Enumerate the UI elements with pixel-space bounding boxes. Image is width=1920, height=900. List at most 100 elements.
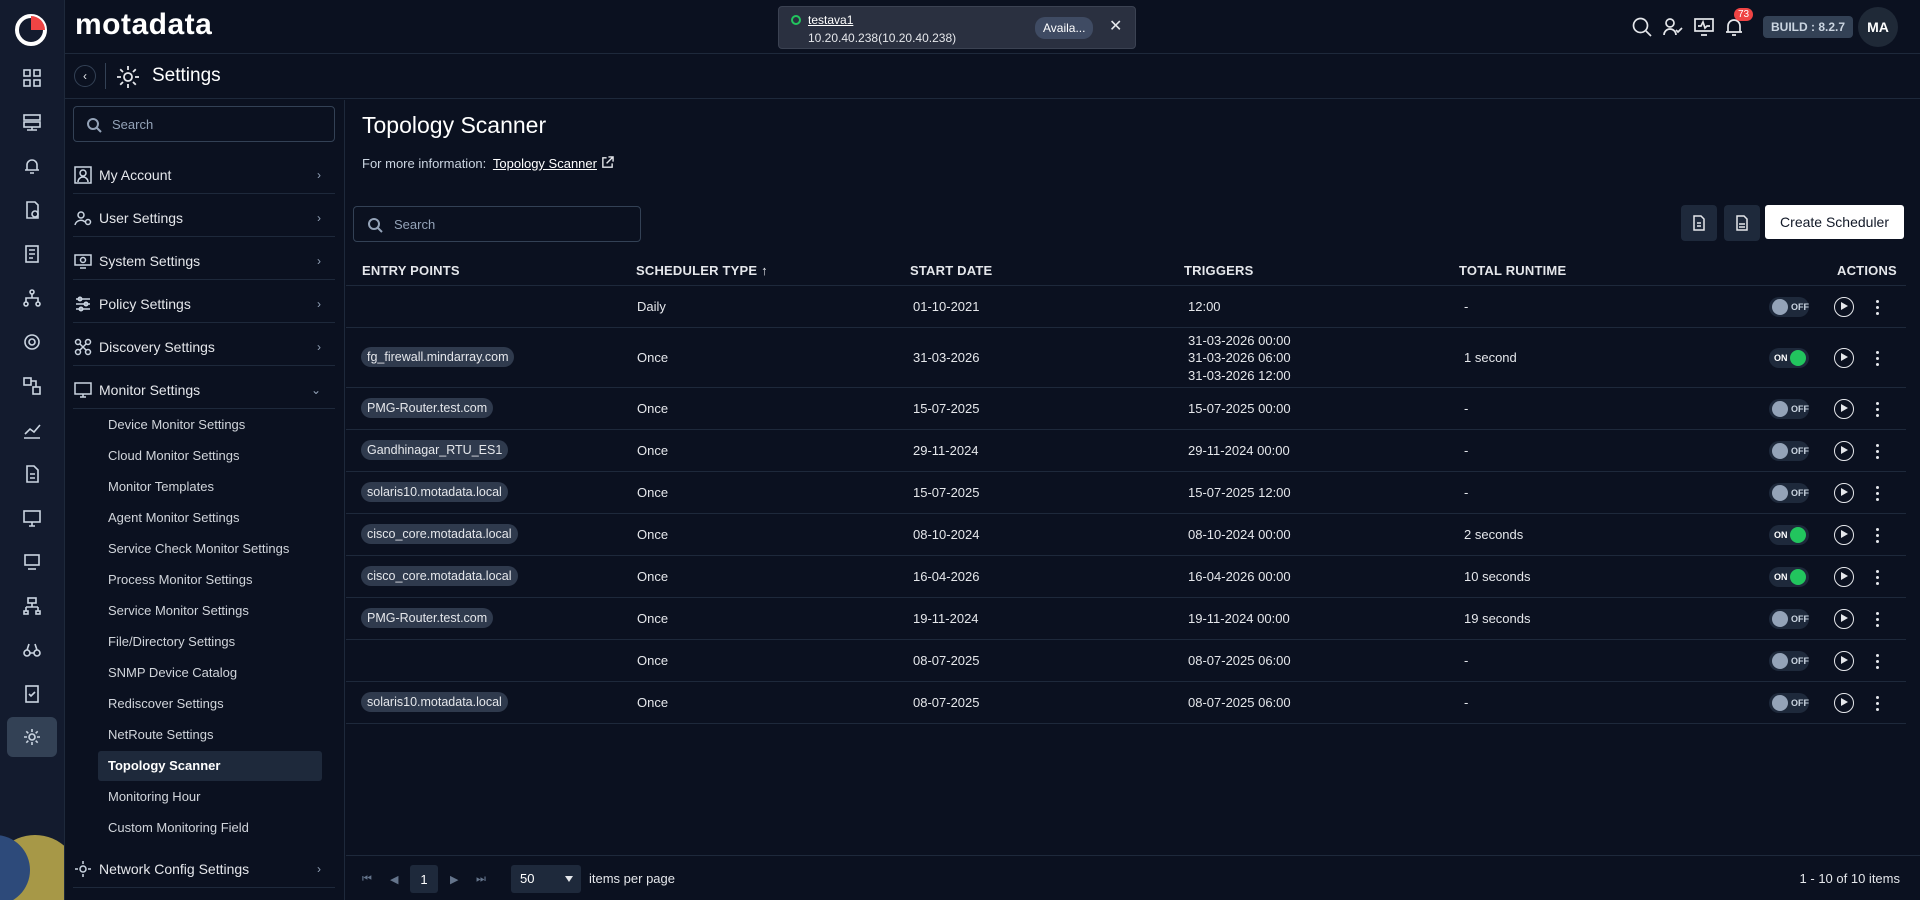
create-scheduler-button[interactable]: Create Scheduler — [1765, 205, 1904, 239]
motadata-logo-icon[interactable] — [14, 13, 48, 47]
schedule-toggle[interactable]: OFF — [1769, 399, 1809, 419]
report-icon[interactable] — [14, 236, 50, 272]
external-link-icon[interactable] — [601, 156, 614, 169]
play-icon[interactable] — [1834, 609, 1854, 629]
table-row[interactable]: PMG-Router.test.com Once 19-11-2024 19-11-2… — [346, 598, 1906, 640]
last-page-icon[interactable]: ⏭ — [476, 873, 486, 886]
schedule-toggle[interactable]: OFF — [1769, 651, 1809, 671]
schedule-toggle[interactable]: OFF — [1769, 297, 1809, 317]
schedule-toggle[interactable]: ON — [1769, 567, 1809, 587]
network-icon[interactable] — [14, 588, 50, 624]
inventory-icon[interactable] — [14, 104, 50, 140]
metric-chart-icon[interactable] — [14, 412, 50, 448]
col-triggers[interactable]: TRIGGERS — [1184, 263, 1254, 278]
play-icon[interactable] — [1834, 567, 1854, 587]
sidebar-item-service-check-monitor-settings[interactable]: Service Check Monitor Settings — [98, 534, 322, 564]
col-scheduler-type[interactable]: SCHEDULER TYPE ↑ — [636, 263, 768, 278]
monitor-activity-icon[interactable] — [1692, 15, 1716, 39]
dashboard-icon[interactable] — [14, 60, 50, 96]
toast-monitor-name[interactable]: testava1 — [808, 13, 853, 27]
sidebar-section-network-config-settings[interactable]: Network Config Settings › — [73, 850, 335, 888]
close-icon[interactable]: ✕ — [1109, 16, 1122, 36]
next-page-icon[interactable]: ▶ — [450, 873, 458, 886]
col-start-date[interactable]: START DATE — [910, 263, 992, 278]
more-options-icon[interactable] — [1876, 612, 1880, 630]
page-size-select[interactable]: 50 — [511, 865, 581, 893]
export-csv-button[interactable] — [1724, 205, 1760, 241]
sidebar-section-system-settings[interactable]: System Settings › — [73, 242, 335, 280]
current-page[interactable]: 1 — [410, 865, 438, 893]
info-link[interactable]: Topology Scanner — [493, 156, 597, 171]
play-icon[interactable] — [1834, 441, 1854, 461]
policy-icon[interactable] — [14, 192, 50, 228]
export-pdf-button[interactable] — [1681, 205, 1717, 241]
sidebar-item-service-monitor-settings[interactable]: Service Monitor Settings — [98, 596, 322, 626]
table-row[interactable]: PMG-Router.test.com Once 15-07-2025 15-07-2… — [346, 388, 1906, 430]
sidebar-item-agent-monitor-settings[interactable]: Agent Monitor Settings — [98, 503, 322, 533]
alert-bell-icon[interactable] — [14, 148, 50, 184]
monitor-icon[interactable] — [14, 500, 50, 536]
sidebar-search-input[interactable] — [112, 107, 322, 141]
table-row[interactable]: fg_firewall.mindarray.com Once 31-03-2026 3… — [346, 328, 1906, 388]
more-options-icon[interactable] — [1876, 654, 1880, 672]
more-options-icon[interactable] — [1876, 528, 1880, 546]
more-options-icon[interactable] — [1876, 402, 1880, 420]
table-row[interactable]: Gandhinagar_RTU_ES1 Once 29-11-2024 29-11-2… — [346, 430, 1906, 472]
schedule-toggle[interactable]: OFF — [1769, 609, 1809, 629]
prev-page-icon[interactable]: ◀ — [390, 873, 398, 886]
more-options-icon[interactable] — [1876, 570, 1880, 588]
sidebar-item-rediscover-settings[interactable]: Rediscover Settings — [98, 689, 322, 719]
play-icon[interactable] — [1834, 297, 1854, 317]
sidebar-item-topology-scanner[interactable]: Topology Scanner — [98, 751, 322, 781]
more-options-icon[interactable] — [1876, 486, 1880, 504]
audit-icon[interactable] — [14, 676, 50, 712]
user-avatar[interactable]: MA — [1858, 7, 1898, 47]
play-icon[interactable] — [1834, 525, 1854, 545]
discovery-icon[interactable] — [14, 324, 50, 360]
brand-logo[interactable]: motadata — [75, 8, 212, 42]
table-search-input[interactable] — [394, 207, 624, 241]
sidebar-item-monitor-templates[interactable]: Monitor Templates — [98, 472, 322, 502]
sidebar-section-discovery-settings[interactable]: Discovery Settings › — [73, 328, 335, 366]
log-icon[interactable] — [14, 456, 50, 492]
more-options-icon[interactable] — [1876, 444, 1880, 462]
table-row[interactable]: Once 08-07-2025 08-07-2025 06:00 - OFF — [346, 640, 1906, 682]
binoculars-icon[interactable] — [14, 632, 50, 668]
sidebar-item-device-monitor-settings[interactable]: Device Monitor Settings — [98, 410, 322, 440]
table-row[interactable]: solaris10.motadata.local Once 08-07-2025 08… — [346, 682, 1906, 724]
notification-toast[interactable]: testava1 10.20.40.238(10.20.40.238) Avai… — [778, 6, 1136, 49]
table-row[interactable]: cisco_core.motadata.local Once 16-04-2026 1… — [346, 556, 1906, 598]
table-row[interactable]: cisco_core.motadata.local Once 08-10-2024 0… — [346, 514, 1906, 556]
sidebar-section-policy-settings[interactable]: Policy Settings › — [73, 285, 335, 323]
schedule-toggle[interactable]: OFF — [1769, 693, 1809, 713]
back-chevron-icon[interactable]: ‹ — [74, 65, 96, 87]
sidebar-item-netroute-settings[interactable]: NetRoute Settings — [98, 720, 322, 750]
more-options-icon[interactable] — [1876, 696, 1880, 714]
play-icon[interactable] — [1834, 399, 1854, 419]
schedule-toggle[interactable]: OFF — [1769, 441, 1809, 461]
topology-icon[interactable] — [14, 280, 50, 316]
sidebar-item-custom-monitoring-field[interactable]: Custom Monitoring Field — [98, 813, 322, 843]
sidebar-item-snmp-device-catalog[interactable]: SNMP Device Catalog — [98, 658, 322, 688]
table-row[interactable]: solaris10.motadata.local Once 15-07-2025 15… — [346, 472, 1906, 514]
search-icon[interactable] — [1630, 15, 1654, 39]
first-page-icon[interactable]: ⏮ — [362, 873, 372, 886]
sidebar-item-cloud-monitor-settings[interactable]: Cloud Monitor Settings — [98, 441, 322, 471]
sidebar-item-monitoring-hour[interactable]: Monitoring Hour — [98, 782, 322, 812]
table-row[interactable]: Daily 01-10-2021 12:00 - OFF — [346, 286, 1906, 328]
sidebar-item-file-directory-settings[interactable]: File/Directory Settings — [98, 627, 322, 657]
settings-gear-icon[interactable] — [7, 717, 57, 757]
col-entry-points[interactable]: ENTRY POINTS — [362, 263, 460, 278]
sidebar-item-process-monitor-settings[interactable]: Process Monitor Settings — [98, 565, 322, 595]
col-total-runtime[interactable]: TOTAL RUNTIME — [1459, 263, 1566, 278]
schedule-toggle[interactable]: ON — [1769, 525, 1809, 545]
flow-icon[interactable] — [14, 368, 50, 404]
sidebar-section-user-settings[interactable]: User Settings › — [73, 199, 335, 237]
more-options-icon[interactable] — [1876, 351, 1880, 369]
sidebar-section-monitor-settings[interactable]: Monitor Settings ⌄ — [73, 371, 335, 409]
more-options-icon[interactable] — [1876, 300, 1880, 318]
play-icon[interactable] — [1834, 483, 1854, 503]
schedule-toggle[interactable]: OFF — [1769, 483, 1809, 503]
bell-icon[interactable]: 73 — [1722, 8, 1754, 39]
user-check-icon[interactable] — [1661, 15, 1685, 39]
